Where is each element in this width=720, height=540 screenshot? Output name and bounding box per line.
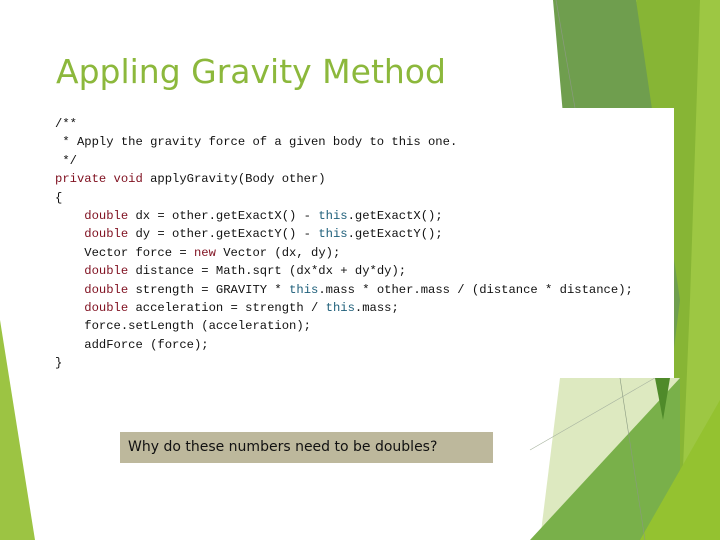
code-this-keyword: this xyxy=(318,208,348,223)
code-text: Vector force = xyxy=(55,245,194,260)
code-line: double dy = other.getExactY() - this.get… xyxy=(55,225,633,243)
code-keyword: new xyxy=(193,245,216,260)
code-text: Vector (dx, dy); xyxy=(215,245,341,260)
code-text: .mass * other.mass / (distance * distanc… xyxy=(318,282,633,297)
code-line: { xyxy=(55,189,633,207)
code-line: double dx = other.getExactX() - this.get… xyxy=(55,207,633,225)
slide-title: Appling Gravity Method xyxy=(56,52,446,91)
question-callout: Why do these numbers need to be doubles? xyxy=(120,432,493,463)
code-line: /** xyxy=(55,115,633,133)
code-line: double acceleration = strength / this.ma… xyxy=(55,299,633,317)
code-block: /** * Apply the gravity force of a given… xyxy=(55,115,633,372)
code-line: private void applyGravity(Body other) xyxy=(55,170,633,188)
code-text: distance = Math.sqrt (dx*dx + dy*dy); xyxy=(128,264,407,279)
code-keyword: double xyxy=(84,227,129,242)
code-this-keyword: this xyxy=(289,282,319,297)
code-screenshot-panel: /** * Apply the gravity force of a given… xyxy=(47,108,674,378)
code-text: * Apply the gravity force of a given bod… xyxy=(55,135,458,150)
code-line: force.setLength (acceleration); xyxy=(55,317,633,335)
code-keyword: double xyxy=(84,300,129,315)
code-text: dx = other.getExactX() - xyxy=(128,208,319,223)
code-line: Vector force = new Vector (dx, dy); xyxy=(55,244,633,262)
code-this-keyword: this xyxy=(325,300,355,315)
left-green-wedge xyxy=(0,320,35,540)
code-text: addForce (force); xyxy=(55,337,209,352)
code-text: .mass; xyxy=(354,300,399,315)
code-text: */ xyxy=(55,153,77,168)
code-text: /** xyxy=(55,117,77,131)
code-keyword: double xyxy=(84,208,129,223)
code-keyword: double xyxy=(84,282,129,297)
code-text: force.setLength (acceleration); xyxy=(55,319,311,334)
code-line: double strength = GRAVITY * this.mass * … xyxy=(55,281,633,299)
code-text: } xyxy=(55,356,63,371)
code-keyword: private void xyxy=(55,172,143,187)
code-text: .getExactX(); xyxy=(347,208,443,223)
code-this-keyword: this xyxy=(318,227,348,242)
code-keyword: double xyxy=(84,264,129,279)
code-line: * Apply the gravity force of a given bod… xyxy=(55,133,633,151)
code-line: */ xyxy=(55,152,633,170)
code-text: { xyxy=(55,190,63,205)
code-line: } xyxy=(55,354,633,372)
code-text: strength = GRAVITY * xyxy=(128,282,290,297)
code-text: applyGravity(Body other) xyxy=(142,172,326,187)
code-line: double distance = Math.sqrt (dx*dx + dy*… xyxy=(55,262,633,280)
code-line: addForce (force); xyxy=(55,336,633,354)
code-text: .getExactY(); xyxy=(347,227,443,242)
code-text: dy = other.getExactY() - xyxy=(128,227,319,242)
code-text: acceleration = strength / xyxy=(128,300,326,315)
